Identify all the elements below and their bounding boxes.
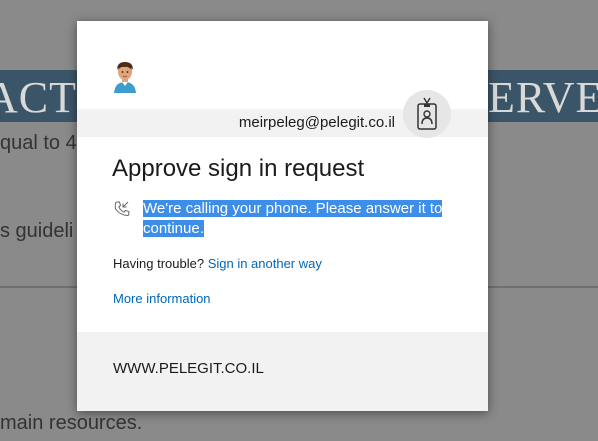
trouble-label: Having trouble?	[113, 256, 205, 271]
account-email: meirpeleg@pelegit.co.il	[238, 114, 395, 131]
sign-in-another-way-link[interactable]: Sign in another way	[208, 256, 322, 271]
trouble-row: Having trouble? Sign in another way	[113, 256, 322, 271]
avatar	[113, 61, 137, 93]
dialog-title: Approve sign in request	[112, 155, 365, 182]
more-information-link[interactable]: More information	[113, 291, 211, 306]
phone-call-icon	[113, 200, 131, 218]
call-status-text: We're calling your phone. Please answer …	[143, 200, 443, 237]
id-badge-icon	[403, 90, 451, 138]
background-heading-right: ERVE	[488, 73, 598, 122]
background-text-line: s guideli	[0, 220, 74, 242]
call-status-message: We're calling your phone. Please answer …	[143, 199, 449, 239]
background-text-line: main resources.	[0, 412, 143, 434]
background-text-line: qual to 4	[0, 132, 77, 154]
dialog-footer: WWW.PELEGIT.CO.IL	[77, 332, 488, 411]
approve-sign-in-dialog: meirpeleg@pelegit.co.il Approve sign in …	[77, 21, 488, 411]
footer-text: WWW.PELEGIT.CO.IL	[113, 360, 264, 377]
